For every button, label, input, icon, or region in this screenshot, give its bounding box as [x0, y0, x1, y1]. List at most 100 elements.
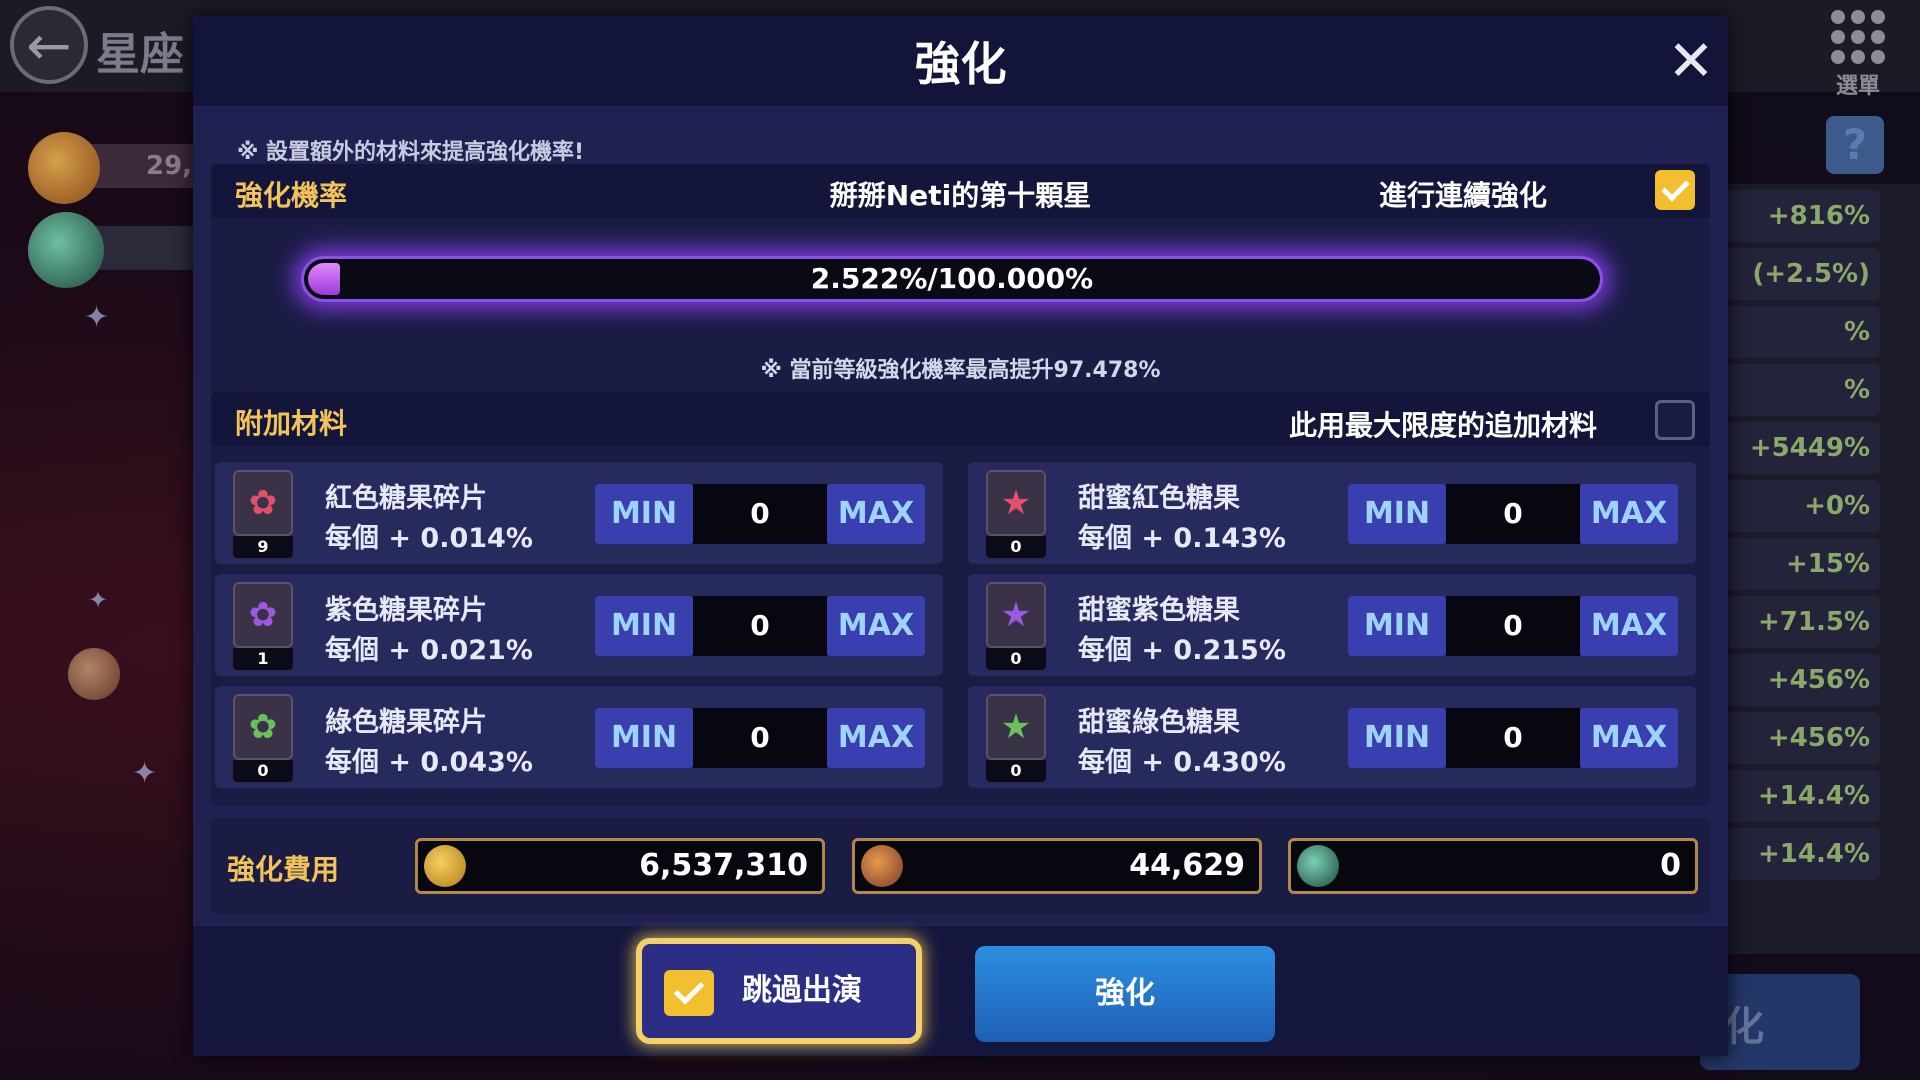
- candy-cost-box: 44,629: [852, 838, 1262, 894]
- owned-count: 0: [233, 760, 293, 782]
- bubble-decoration: [68, 648, 120, 700]
- material-name: 甜蜜綠色糖果: [1078, 707, 1240, 738]
- continuous-enhance-checkbox[interactable]: [1655, 170, 1695, 210]
- grid-dots-icon: [1818, 10, 1898, 64]
- material-rate: 每個 + 0.430%: [1078, 747, 1286, 778]
- quantity-field[interactable]: 0: [693, 484, 827, 544]
- materials-section-header: 附加材料 此用最大限度的追加材料: [211, 392, 1710, 446]
- max-button[interactable]: MAX: [1580, 484, 1678, 544]
- skip-animation-toggle[interactable]: 跳過出演: [636, 938, 922, 1044]
- rate-section-header: 強化機率 掰掰Neti的第十顆星 進行連續強化: [211, 164, 1710, 218]
- min-button[interactable]: MIN: [1348, 484, 1446, 544]
- sparkle-icon: ✦: [84, 300, 110, 335]
- back-arrow-icon[interactable]: ←: [10, 6, 88, 84]
- sweet-purple-candy-icon: ★: [986, 582, 1046, 648]
- orb-cost-box: 0: [1288, 838, 1698, 894]
- background-enhance-label: 化: [1724, 1004, 1764, 1050]
- material-name: 紅色糖果碎片: [325, 483, 487, 514]
- min-button[interactable]: MIN: [595, 708, 693, 768]
- skip-animation-checkbox[interactable]: [664, 970, 714, 1016]
- max-button[interactable]: MAX: [827, 596, 925, 656]
- bonus-row: +15%: [1726, 538, 1880, 590]
- quantity-field[interactable]: 0: [1446, 484, 1580, 544]
- owned-count: 9: [233, 536, 293, 558]
- material-rate: 每個 + 0.014%: [325, 523, 533, 554]
- owned-count: 0: [986, 536, 1046, 558]
- sparkle-icon: ✦: [88, 586, 109, 614]
- sweet-red-candy-icon: ★: [986, 470, 1046, 536]
- quantity-field[interactable]: 0: [1446, 596, 1580, 656]
- min-button[interactable]: MIN: [595, 596, 693, 656]
- max-button[interactable]: MAX: [827, 708, 925, 768]
- material-card: ✿ 9 紅色糖果碎片 每個 + 0.014% MIN 0 MAX: [215, 462, 943, 564]
- max-button[interactable]: MAX: [1580, 708, 1678, 768]
- candy-cost-value: 44,629: [1129, 848, 1245, 883]
- material-card: ✿ 0 綠色糖果碎片 每個 + 0.043% MIN 0 MAX: [215, 686, 943, 788]
- gold-cost-value: 6,537,310: [639, 848, 808, 883]
- material-rate: 每個 + 0.043%: [325, 747, 533, 778]
- candy-jar-icon: [28, 132, 100, 204]
- owned-count: 1: [233, 648, 293, 670]
- whale-orb-icon: [28, 212, 104, 288]
- bonus-row: +5449%: [1726, 422, 1880, 474]
- screen-title: 星座: [96, 29, 184, 80]
- gold-cost-box: 6,537,310: [415, 838, 825, 894]
- dialog-header: 強化 ✕: [193, 16, 1728, 106]
- orb-cost-value: 0: [1660, 848, 1681, 883]
- min-button[interactable]: MIN: [1348, 596, 1446, 656]
- material-rate: 每個 + 0.215%: [1078, 635, 1286, 666]
- green-candy-shard-icon: ✿: [233, 694, 293, 760]
- enhance-dialog: 強化 ✕ ※ 設置額外的材料來提高強化機率! 強化機率 掰掰Neti的第十顆星 …: [193, 16, 1728, 1056]
- material-rate: 每個 + 0.143%: [1078, 523, 1286, 554]
- close-icon[interactable]: ✕: [1663, 34, 1719, 90]
- menu-button[interactable]: 選單: [1818, 4, 1898, 99]
- bonus-list-panel: +816% (+2.5%) % (+1.9%) % (+1.9%) +5449%…: [1726, 184, 1920, 954]
- owned-count: 0: [986, 760, 1046, 782]
- bonus-row: (+2.5%): [1726, 248, 1880, 300]
- materials-label: 附加材料: [235, 407, 348, 440]
- gold-coin-icon: [424, 845, 466, 887]
- bonus-row: +14.4%: [1726, 770, 1880, 822]
- material-name: 甜蜜紅色糖果: [1078, 483, 1240, 514]
- bonus-row: +456%: [1726, 654, 1880, 706]
- material-card: ★ 0 甜蜜綠色糖果 每個 + 0.430% MIN 0 MAX: [968, 686, 1696, 788]
- material-name: 甜蜜紫色糖果: [1078, 595, 1240, 626]
- bonus-row: +816%: [1726, 190, 1880, 242]
- max-button[interactable]: MAX: [827, 484, 925, 544]
- bonus-row: % (+1.9%): [1726, 364, 1880, 457]
- owned-count: 0: [986, 648, 1046, 670]
- quantity-field[interactable]: 0: [693, 708, 827, 768]
- hint-text: ※ 設置額外的材料來提高強化機率!: [237, 140, 585, 165]
- dialog-footer: [193, 926, 1728, 1056]
- help-button[interactable]: ?: [1826, 116, 1884, 174]
- max-use-label: 此用最大限度的追加材料: [1289, 409, 1598, 442]
- material-name: 綠色糖果碎片: [325, 707, 487, 738]
- bonus-row: +456%: [1726, 712, 1880, 764]
- enhance-button[interactable]: 強化: [975, 946, 1275, 1042]
- dialog-title: 強化: [914, 37, 1007, 91]
- bonus-row: +71.5%: [1726, 596, 1880, 648]
- candy-jar-icon: [861, 845, 903, 887]
- material-card: ★ 0 甜蜜紅色糖果 每個 + 0.143% MIN 0 MAX: [968, 462, 1696, 564]
- max-button[interactable]: MAX: [1580, 596, 1678, 656]
- max-use-checkbox[interactable]: [1655, 400, 1695, 440]
- purple-candy-shard-icon: ✿: [233, 582, 293, 648]
- material-card: ✿ 1 紫色糖果碎片 每個 + 0.021% MIN 0 MAX: [215, 574, 943, 676]
- progress-text: 2.522%/100.000%: [810, 262, 1094, 295]
- bonus-row: +14.4%: [1726, 828, 1880, 880]
- menu-label: 選單: [1835, 74, 1880, 99]
- resource-panel: 29,15: [28, 132, 228, 300]
- enhance-rate-progress-bar: 2.522%/100.000%: [301, 256, 1603, 302]
- bonus-row: +0%: [1726, 480, 1880, 532]
- continuous-enhance-label: 進行連續強化: [1379, 179, 1548, 212]
- max-rate-note: ※ 當前等級強化機率最高提升97.478%: [760, 358, 1161, 383]
- sparkle-icon: ✦: [132, 756, 158, 791]
- min-button[interactable]: MIN: [595, 484, 693, 544]
- min-button[interactable]: MIN: [1348, 708, 1446, 768]
- material-card: ★ 0 甜蜜紫色糖果 每個 + 0.215% MIN 0 MAX: [968, 574, 1696, 676]
- red-candy-shard-icon: ✿: [233, 470, 293, 536]
- sweet-green-candy-icon: ★: [986, 694, 1046, 760]
- quantity-field[interactable]: 0: [693, 596, 827, 656]
- bonus-row: % (+1.9%): [1726, 306, 1880, 399]
- quantity-field[interactable]: 0: [1446, 708, 1580, 768]
